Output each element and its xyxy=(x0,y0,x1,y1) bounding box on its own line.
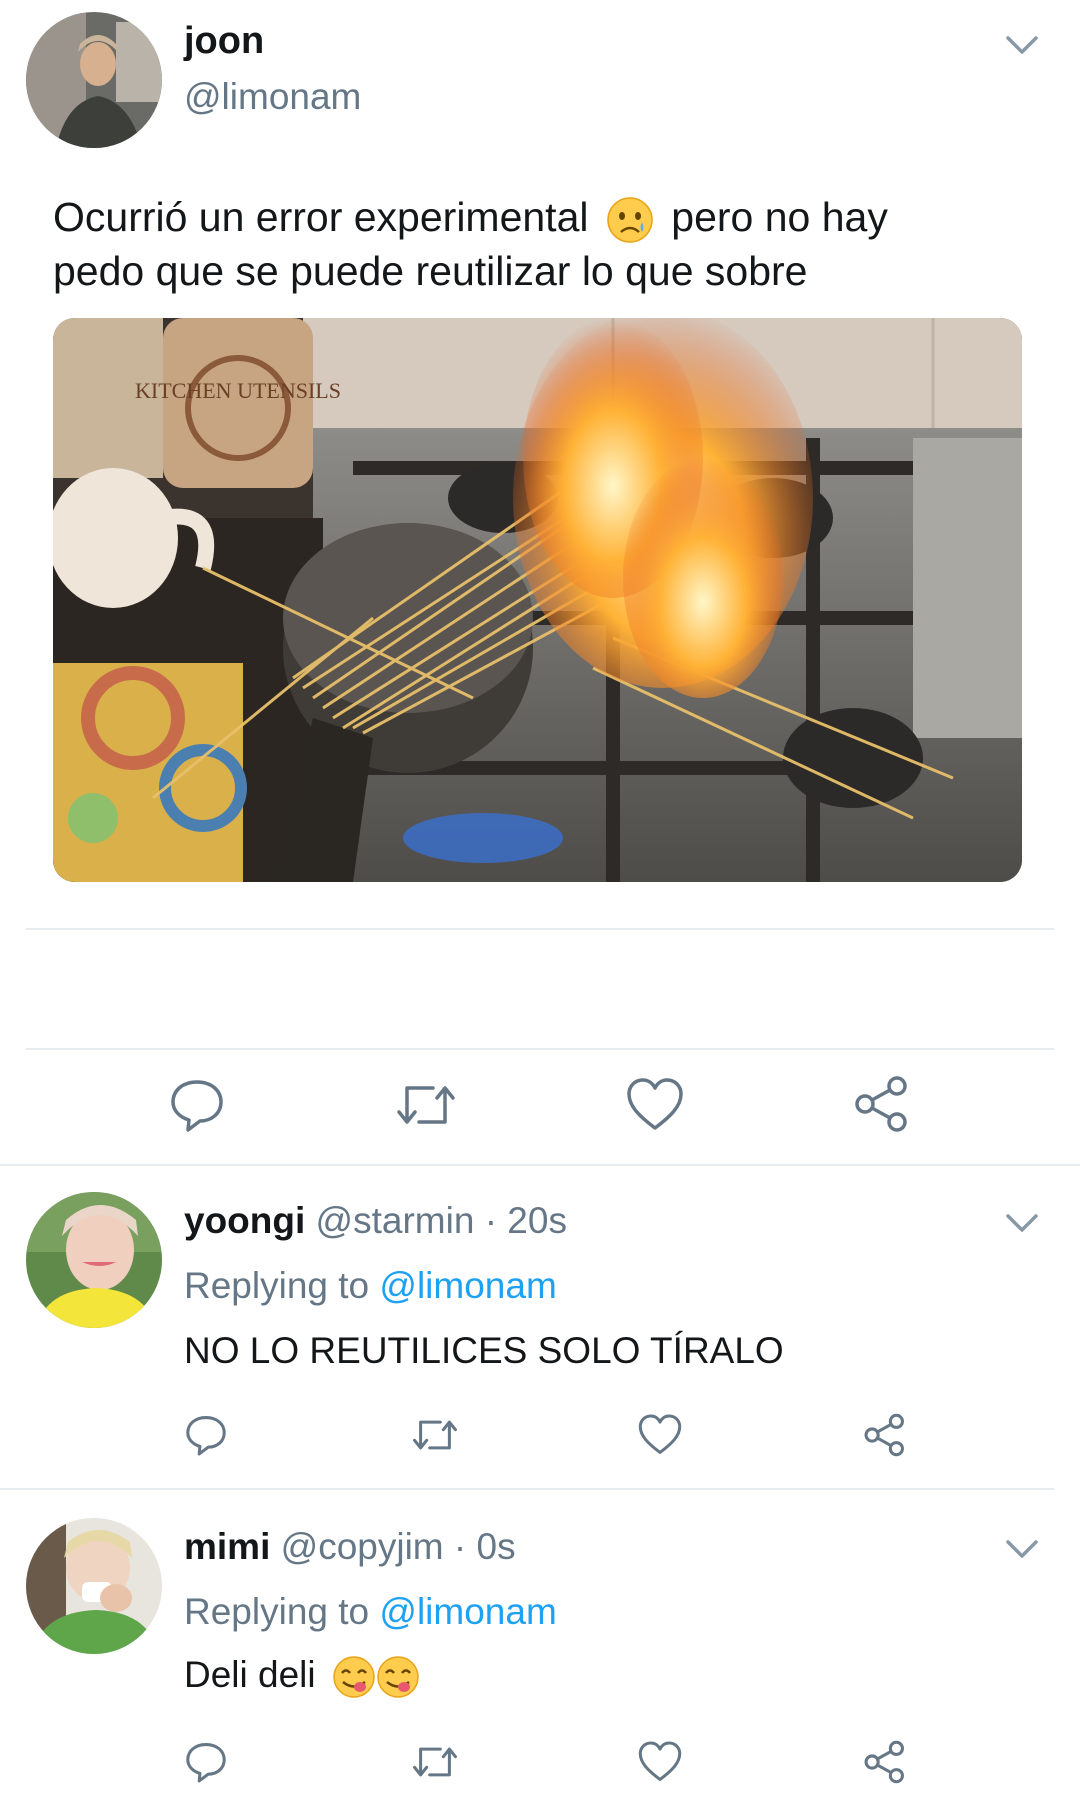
reply-author-name[interactable]: mimi xyxy=(184,1526,270,1567)
divider xyxy=(26,1048,1054,1050)
reply-text: NO LO REUTILICES SOLO TÍRALO xyxy=(184,1330,784,1371)
reply-author-name[interactable]: yoongi xyxy=(184,1200,305,1241)
divider xyxy=(0,1164,1080,1166)
reply-icon[interactable] xyxy=(184,1740,228,1784)
sad-relieved-face-icon xyxy=(606,196,654,244)
reply-time[interactable]: 20s xyxy=(507,1200,567,1241)
replying-to-label: Replying to xyxy=(184,1265,370,1306)
reply-icon[interactable] xyxy=(168,1076,226,1134)
chevron-down-icon[interactable] xyxy=(1002,1208,1042,1238)
replying-to-link[interactable]: @limonam xyxy=(379,1265,556,1306)
reply-text-content: Deli deli xyxy=(184,1654,316,1695)
reply-separator: · xyxy=(453,1526,467,1567)
avatar-mimi[interactable] xyxy=(26,1518,162,1654)
like-icon[interactable] xyxy=(637,1413,683,1457)
like-icon[interactable] xyxy=(637,1740,683,1784)
divider xyxy=(26,928,1054,930)
retweet-icon[interactable] xyxy=(410,1413,460,1457)
chevron-down-icon[interactable] xyxy=(1002,1534,1042,1564)
chevron-down-icon[interactable] xyxy=(1002,30,1042,60)
replying-to: Replying to @limonam xyxy=(184,1591,557,1633)
reply-text: Deli deli xyxy=(184,1654,420,1699)
avatar-yoongi[interactable] xyxy=(26,1192,162,1328)
tweet-image[interactable]: KITCHEN UTENSILS xyxy=(53,318,1022,882)
replying-to-link[interactable]: @limonam xyxy=(379,1591,556,1632)
share-icon[interactable] xyxy=(863,1412,907,1458)
tweet-text-part: pero no hay xyxy=(671,194,888,240)
reply-separator: · xyxy=(484,1200,498,1241)
tweet-text-line1: Ocurrió un error experimental pero no ha… xyxy=(53,190,1053,244)
tweet-text-part: Ocurrió un error experimental xyxy=(53,194,589,240)
author-handle[interactable]: @limonam xyxy=(184,76,361,118)
retweet-icon[interactable] xyxy=(393,1076,459,1134)
yum-face-icon xyxy=(376,1655,420,1699)
share-icon[interactable] xyxy=(853,1074,911,1134)
reply-header: yoongi @starmin · 20s xyxy=(184,1200,567,1242)
reply-time[interactable]: 0s xyxy=(477,1526,516,1567)
avatar-joon[interactable] xyxy=(26,12,162,148)
like-icon[interactable] xyxy=(625,1076,685,1134)
share-icon[interactable] xyxy=(863,1739,907,1785)
reply-author-handle[interactable]: @starmin xyxy=(316,1200,475,1241)
retweet-icon[interactable] xyxy=(410,1740,460,1784)
tweet-text-line2: pedo que se puede reutilizar lo que sobr… xyxy=(53,248,808,295)
reply-icon[interactable] xyxy=(184,1413,228,1457)
author-name[interactable]: joon xyxy=(184,20,264,63)
reply-author-handle[interactable]: @copyjim xyxy=(281,1526,444,1567)
jar-label: KITCHEN UTENSILS xyxy=(135,378,341,403)
tweet-text: Ocurrió un error experimental pero no ha… xyxy=(53,190,1053,298)
yum-face-icon xyxy=(332,1655,376,1699)
reply-header: mimi @copyjim · 0s xyxy=(184,1526,516,1568)
divider xyxy=(0,1488,1054,1490)
replying-to-label: Replying to xyxy=(184,1591,370,1632)
replying-to: Replying to @limonam xyxy=(184,1265,557,1307)
